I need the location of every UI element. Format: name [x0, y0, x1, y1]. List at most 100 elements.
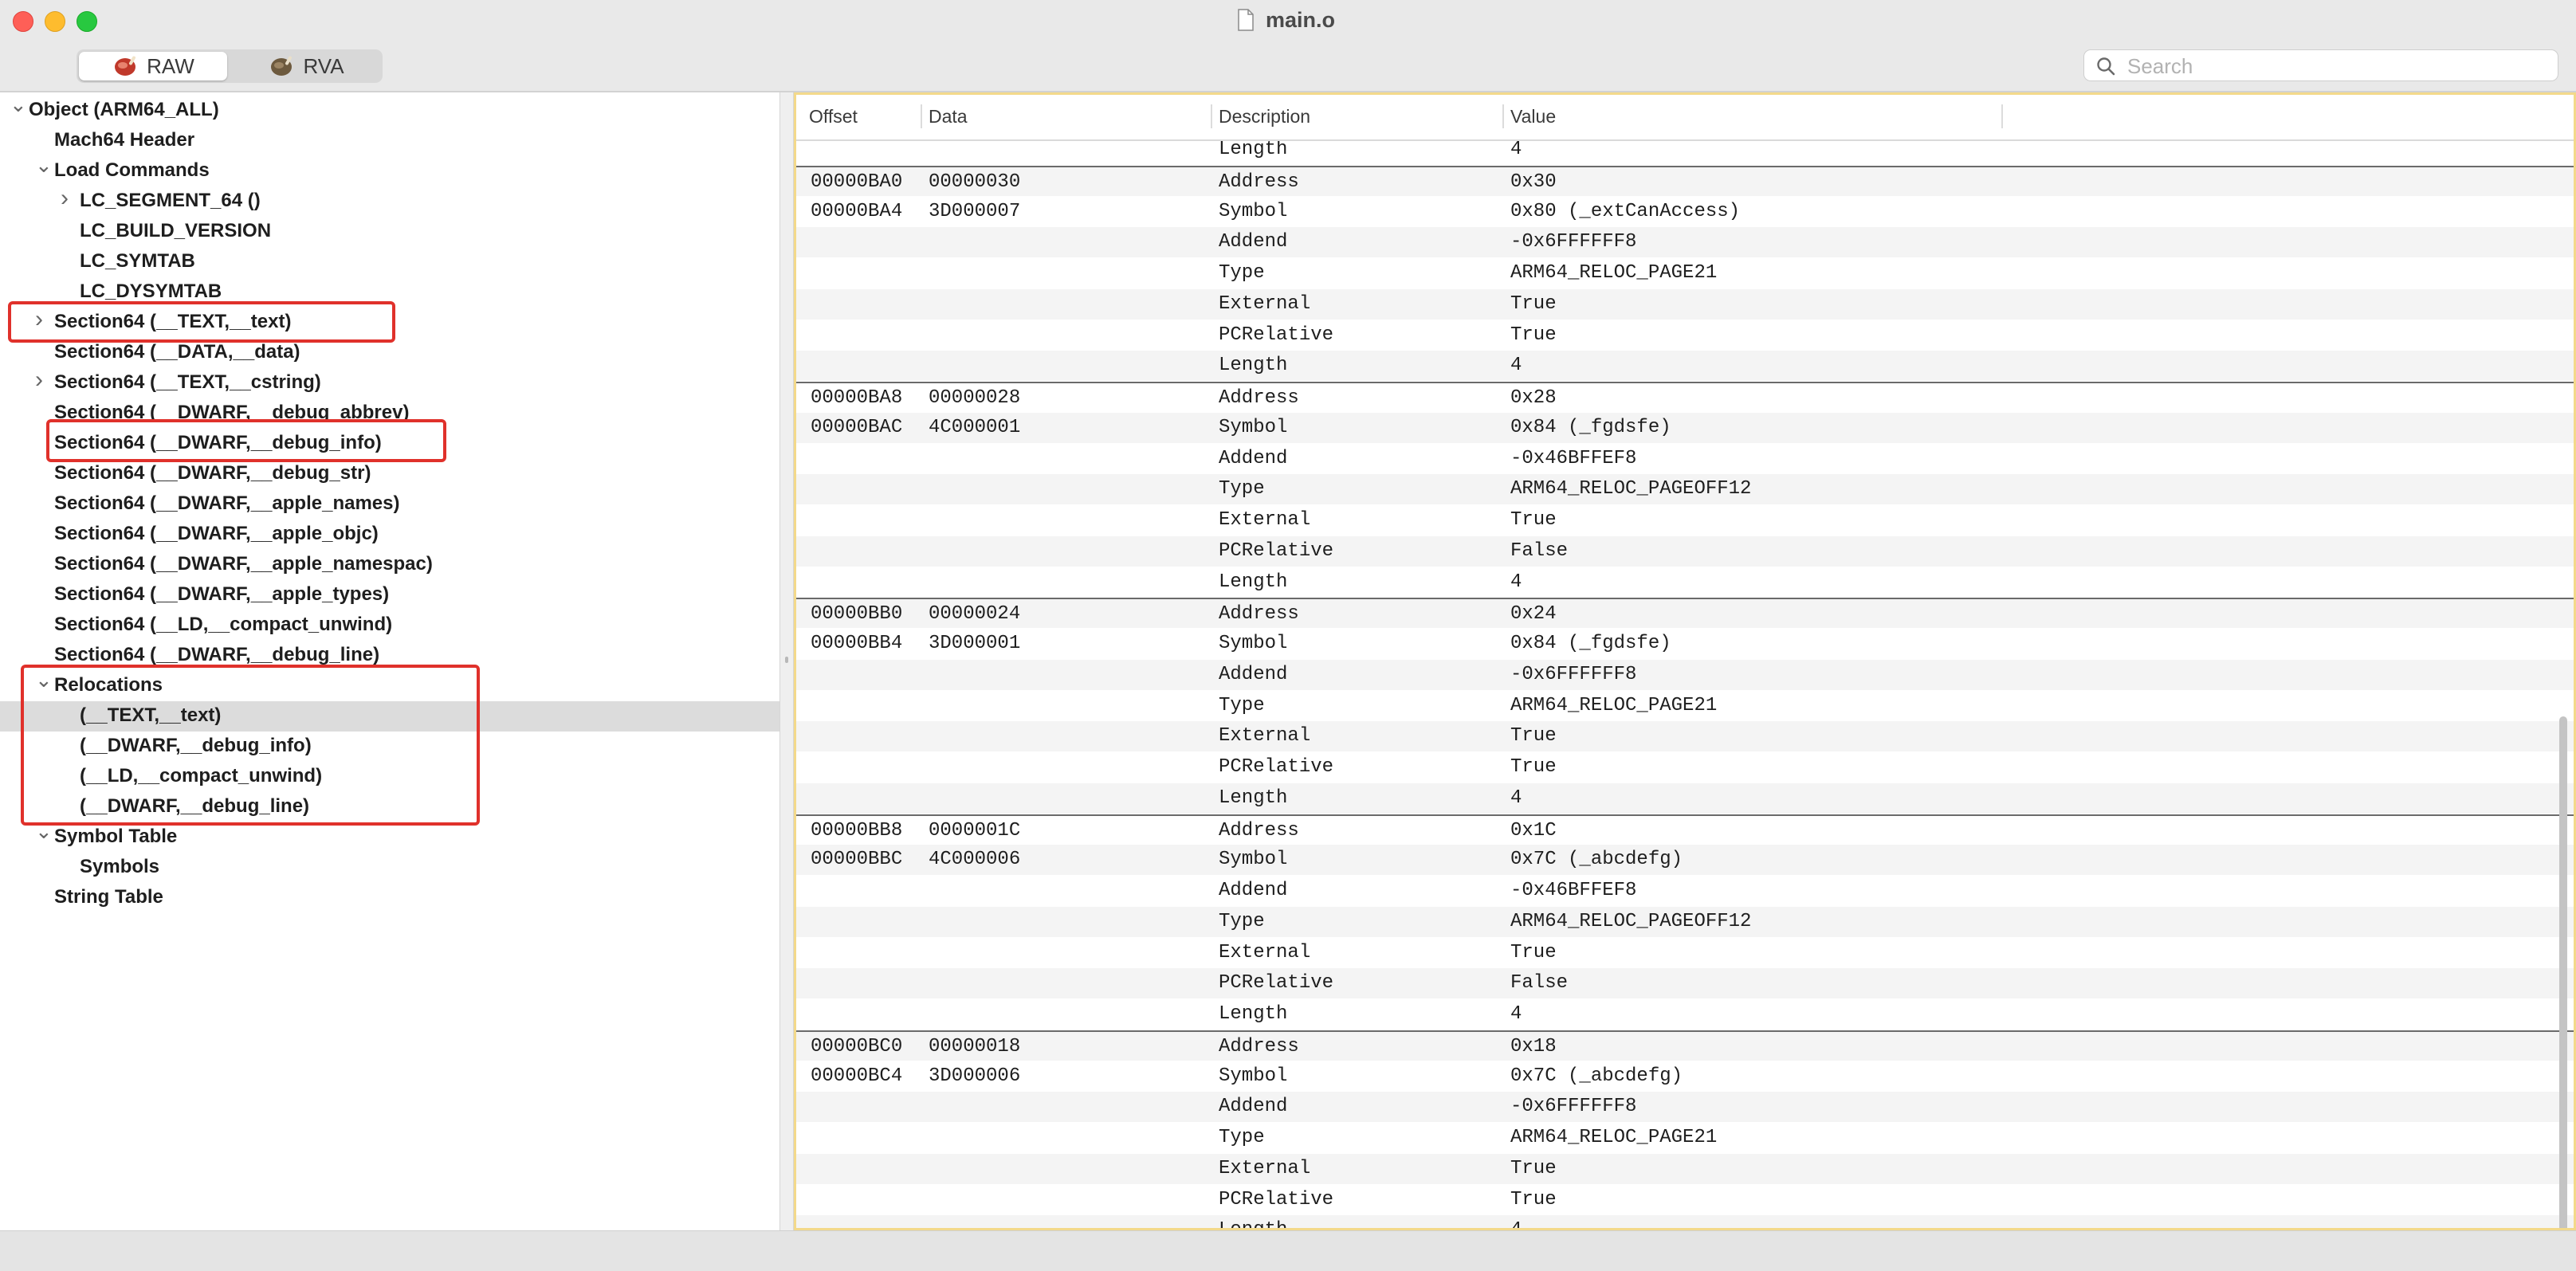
description-cell: External	[1219, 942, 1311, 963]
table-row[interactable]: 00000BC4 3D000006 Symbol 0x7C (_abcdefg)	[796, 1061, 2574, 1092]
table-row[interactable]: 00000BB0 00000024 Address 0x24	[796, 598, 2574, 628]
table-row[interactable]: External True	[796, 721, 2574, 751]
split-view-divider[interactable]	[779, 92, 794, 1230]
zoom-window-button[interactable]	[77, 11, 97, 32]
table-row[interactable]: Type ARM64_RELOC_PAGEOFF12	[796, 474, 2574, 504]
tree-item[interactable]: LC_BUILD_VERSION	[0, 217, 779, 247]
table-row[interactable]: Length 4	[796, 1215, 2574, 1228]
table-row[interactable]: Type ARM64_RELOC_PAGEOFF12	[796, 907, 2574, 937]
column-divider[interactable]	[2001, 104, 2003, 128]
description-cell: Length	[1219, 141, 1288, 160]
column-divider[interactable]	[1502, 104, 1504, 128]
table-row[interactable]: External True	[796, 938, 2574, 968]
value-cell: True	[1510, 1189, 1557, 1210]
tree-item-label: LC_BUILD_VERSION	[80, 220, 272, 241]
table-row[interactable]: External True	[796, 289, 2574, 320]
table-row[interactable]: 00000BA4 3D000007 Symbol 0x80 (_extCanAcces…	[796, 197, 2574, 227]
description-cell: Addend	[1219, 1096, 1288, 1117]
offset-cell: 00000BC4	[811, 1065, 903, 1087]
tree-item-label: String Table	[54, 886, 163, 908]
value-cell: 4	[1510, 1003, 1522, 1025]
column-header-data[interactable]: Data	[929, 106, 968, 127]
minimize-window-button[interactable]	[45, 11, 65, 32]
column-header-offset[interactable]: Offset	[809, 106, 858, 127]
table-row[interactable]: Addend -0x46BFFEF8	[796, 444, 2574, 474]
tree-item[interactable]: String Table	[0, 883, 779, 913]
tree-item[interactable]: ⌄ Object (ARM64_ALL)	[0, 92, 779, 126]
table-row[interactable]: Type ARM64_RELOC_PAGE21	[796, 1123, 2574, 1153]
tree-item[interactable]: › Section64 (__TEXT,__cstring)	[0, 367, 779, 398]
vertical-scrollbar[interactable]	[2559, 716, 2567, 1228]
offset-cell: 00000BAC	[811, 417, 903, 438]
chevron-down-icon[interactable]: ⌄	[35, 153, 53, 178]
description-cell: External	[1219, 725, 1311, 747]
table-row[interactable]: 00000BAC 4C000001 Symbol 0x84 (_fgdsfe)	[796, 413, 2574, 443]
table-row[interactable]: Length 4	[796, 999, 2574, 1030]
table-row[interactable]: 00000BB4 3D000001 Symbol 0x84 (_fgdsfe)	[796, 629, 2574, 659]
tree-item[interactable]: Section64 (__DWARF,__apple_namespac)	[0, 550, 779, 580]
chevron-right-icon[interactable]: ›	[61, 185, 69, 212]
tree-item[interactable]: Section64 (__DWARF,__apple_names)	[0, 489, 779, 520]
table-row[interactable]: 00000BA8 00000028 Address 0x28	[796, 382, 2574, 412]
table-row[interactable]: Length 4	[796, 567, 2574, 598]
tree-item[interactable]: ⌄ Symbol Table	[0, 819, 779, 853]
table-row[interactable]: PCRelative True	[796, 1185, 2574, 1215]
description-cell: Address	[1219, 1036, 1299, 1057]
value-cell: True	[1510, 1158, 1557, 1179]
description-cell: PCRelative	[1219, 972, 1334, 994]
column-header-description[interactable]: Description	[1219, 106, 1310, 127]
tree-item[interactable]: Section64 (__DWARF,__apple_objc)	[0, 520, 779, 550]
cooked-meat-icon	[271, 56, 293, 76]
document-icon	[1238, 9, 1254, 31]
raw-mode-button[interactable]: RAW	[79, 52, 227, 80]
table-row[interactable]: Addend -0x6FFFFFF8	[796, 227, 2574, 257]
value-cell: 0x18	[1510, 1036, 1557, 1057]
table-row[interactable]: Addend -0x6FFFFFF8	[796, 1092, 2574, 1122]
table-row[interactable]: External True	[796, 1154, 2574, 1184]
offset-cell: 00000BA0	[811, 171, 903, 193]
search-field[interactable]	[2083, 49, 2558, 81]
column-divider[interactable]	[1211, 104, 1212, 128]
divider-grip-handle[interactable]	[785, 657, 788, 663]
table-row[interactable]: Length 4	[796, 141, 2574, 165]
tree-item[interactable]: Section64 (__DWARF,__apple_types)	[0, 580, 779, 610]
data-cell: 4C000006	[929, 849, 1021, 870]
chevron-down-icon[interactable]: ⌄	[10, 92, 27, 117]
table-row[interactable]: Length 4	[796, 783, 2574, 814]
tree-item[interactable]: Mach64 Header	[0, 126, 779, 156]
table-row[interactable]: Type ARM64_RELOC_PAGE21	[796, 258, 2574, 288]
table-row[interactable]: 00000BB8 0000001C Address 0x1C	[796, 814, 2574, 845]
tree-item[interactable]: Section64 (__DWARF,__debug_str)	[0, 459, 779, 489]
table-row[interactable]: External True	[796, 505, 2574, 535]
table-row[interactable]: PCRelative True	[796, 752, 2574, 783]
table-row[interactable]: Addend -0x46BFFEF8	[796, 876, 2574, 906]
tree-item[interactable]: LC_SYMTAB	[0, 247, 779, 277]
chevron-right-icon[interactable]: ›	[35, 367, 43, 394]
table-row[interactable]: 00000BC0 00000018 Address 0x18	[796, 1030, 2574, 1061]
rva-mode-button[interactable]: RVA	[232, 52, 380, 80]
table-row[interactable]: PCRelative False	[796, 536, 2574, 567]
close-window-button[interactable]	[13, 11, 33, 32]
description-cell: Length	[1219, 1003, 1288, 1025]
value-cell: ARM64_RELOC_PAGEOFF12	[1510, 478, 1752, 500]
column-divider[interactable]	[921, 104, 922, 128]
tree-item[interactable]: ⌄ Load Commands	[0, 153, 779, 186]
description-cell: Addend	[1219, 880, 1288, 901]
tree-item[interactable]: Symbols	[0, 853, 779, 883]
table-row[interactable]: PCRelative True	[796, 320, 2574, 351]
table-row[interactable]: 00000BA0 00000030 Address 0x30	[796, 166, 2574, 196]
table-row[interactable]: 00000BBC 4C000006 Symbol 0x7C (_abcdefg)	[796, 845, 2574, 875]
table-row[interactable]: Length 4	[796, 351, 2574, 381]
search-input[interactable]	[2126, 53, 2543, 80]
table-row[interactable]: Addend -0x6FFFFFF8	[796, 660, 2574, 690]
description-cell: Address	[1219, 387, 1299, 409]
table-row[interactable]: Type ARM64_RELOC_PAGE21	[796, 691, 2574, 721]
value-cell: 0x7C (_abcdefg)	[1510, 849, 1683, 870]
tree-item[interactable]: Section64 (__LD,__compact_unwind)	[0, 610, 779, 641]
tree-item-label: Section64 (__DWARF,__debug_str)	[54, 462, 371, 484]
value-cell: False	[1510, 972, 1569, 994]
value-cell: ARM64_RELOC_PAGE21	[1510, 1127, 1718, 1148]
tree-item[interactable]: › LC_SEGMENT_64 ()	[0, 185, 779, 217]
column-header-value[interactable]: Value	[1510, 106, 1556, 127]
table-row[interactable]: PCRelative False	[796, 968, 2574, 998]
